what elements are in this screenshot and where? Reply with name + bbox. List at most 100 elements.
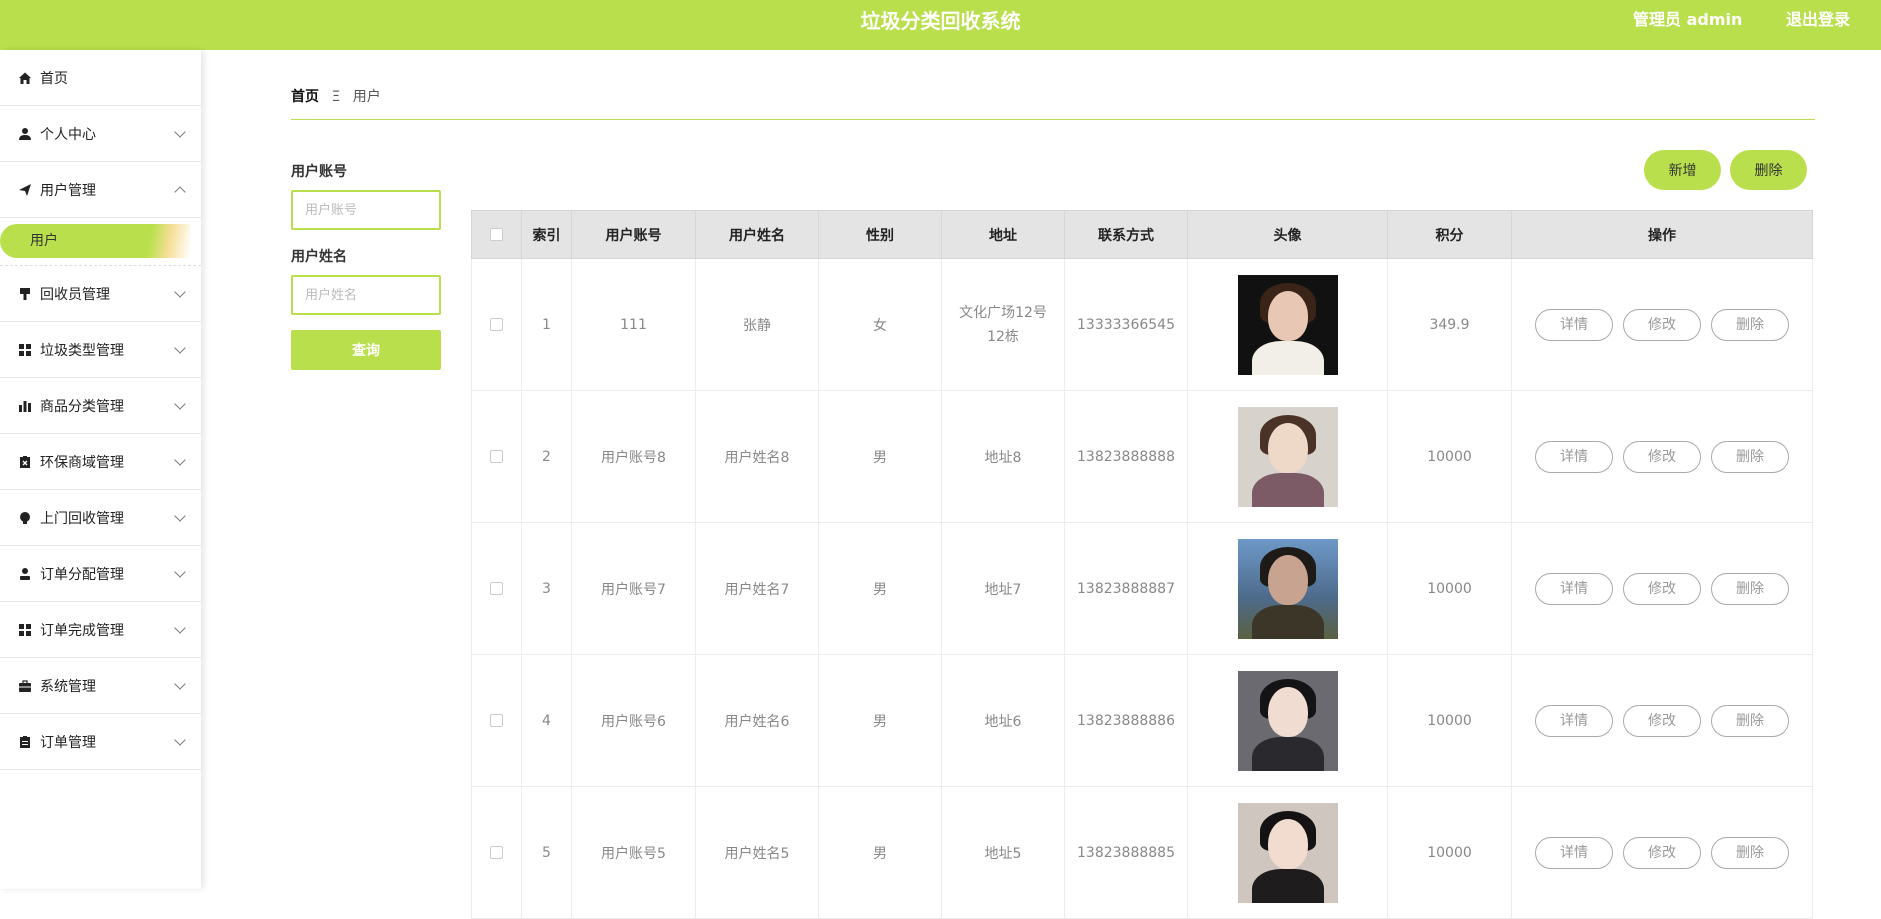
- table-row: 1 111 张静 女 文化广场12号12栋 13333366545 349.9 …: [471, 258, 1813, 391]
- avatar: [1237, 538, 1338, 639]
- detail-button[interactable]: 详情: [1535, 572, 1613, 605]
- sidebar-item-home[interactable]: 首页: [0, 50, 201, 106]
- detail-button[interactable]: 详情: [1535, 836, 1613, 869]
- sidebar-item-personal-center[interactable]: 个人中心: [0, 106, 201, 162]
- name-filter-label: 用户姓名: [291, 249, 347, 265]
- row-checkbox[interactable]: [490, 450, 503, 463]
- delete-button[interactable]: 删除: [1711, 836, 1789, 869]
- cell-phone: 13823888885: [1064, 786, 1188, 919]
- sidebar-item-product-category-management[interactable]: 商品分类管理: [0, 378, 201, 434]
- column-header: 头像: [1187, 210, 1388, 259]
- cell-phone: 13823888886: [1064, 654, 1188, 787]
- sidebar-item-order-management[interactable]: 订单管理: [0, 714, 201, 770]
- cell-gender: 男: [818, 522, 942, 655]
- delete-button[interactable]: 删除: [1711, 308, 1789, 341]
- sidebar-item-label: 垃圾类型管理: [40, 342, 124, 359]
- cell-phone: 13823888887: [1064, 522, 1188, 655]
- logout-link[interactable]: 退出登录: [1786, 0, 1850, 40]
- delete-button[interactable]: 删除: [1711, 704, 1789, 737]
- detail-button[interactable]: 详情: [1535, 308, 1613, 341]
- cell-account: 用户账号7: [571, 522, 696, 655]
- query-button[interactable]: 查询: [291, 330, 441, 370]
- sidebar-item-user-management[interactable]: 用户管理: [0, 162, 201, 218]
- breadcrumb-home[interactable]: 首页: [291, 89, 319, 105]
- avatar: [1237, 670, 1338, 771]
- chevron-down-icon: [174, 398, 186, 410]
- sidebar-item-door-to-door-recycling-management[interactable]: 上门回收管理: [0, 490, 201, 546]
- cell-gender: 男: [818, 390, 942, 523]
- select-all-cell: [471, 210, 522, 259]
- chevron-up-icon: [174, 186, 186, 198]
- user-management-submenu: 用户: [0, 218, 201, 266]
- chevron-down-icon: [174, 622, 186, 634]
- sidebar-item-label: 首页: [40, 70, 68, 87]
- cell-points: 10000: [1387, 786, 1512, 919]
- column-header: 索引: [521, 210, 572, 259]
- sidebar-item-order-assignment-management[interactable]: 订单分配管理: [0, 546, 201, 602]
- batch-delete-button[interactable]: 删除: [1730, 150, 1807, 190]
- cell-gender: 男: [818, 654, 942, 787]
- column-header: 地址: [941, 210, 1065, 259]
- sidebar-item-label: 订单管理: [40, 734, 96, 751]
- column-header: 联系方式: [1064, 210, 1188, 259]
- sidebar-item-eco-mall-management[interactable]: 环保商域管理: [0, 434, 201, 490]
- cell-gender: 女: [818, 258, 942, 391]
- table-row: 3 用户账号7 用户姓名7 男 地址7 13823888887 10000 详情…: [471, 522, 1813, 655]
- table-row: 4 用户账号6 用户姓名6 男 地址6 13823888886 10000 详情…: [471, 654, 1813, 787]
- chevron-down-icon: [174, 566, 186, 578]
- cell-account: 用户账号5: [571, 786, 696, 919]
- avatar: [1237, 274, 1338, 375]
- user-icon: [18, 127, 32, 141]
- cell-name: 用户姓名6: [695, 654, 819, 787]
- cell-index: 2: [521, 390, 572, 523]
- person-icon: [18, 567, 32, 581]
- grid-icon: [18, 623, 32, 637]
- avatar: [1237, 406, 1338, 507]
- breadcrumb-current: 用户: [352, 89, 381, 105]
- bar-chart-icon: [18, 399, 32, 413]
- delete-button[interactable]: 删除: [1711, 572, 1789, 605]
- detail-button[interactable]: 详情: [1535, 440, 1613, 473]
- row-checkbox[interactable]: [490, 846, 503, 859]
- row-checkbox[interactable]: [490, 714, 503, 727]
- cell-account: 111: [571, 258, 696, 391]
- cell-points: 10000: [1387, 522, 1512, 655]
- sidebar-item-label: 订单分配管理: [40, 566, 124, 583]
- add-button[interactable]: 新增: [1644, 150, 1721, 190]
- home-icon: [18, 71, 32, 85]
- sidebar-item-recycler-management[interactable]: 回收员管理: [0, 266, 201, 322]
- edit-button[interactable]: 修改: [1623, 308, 1701, 341]
- sidebar-subitem-user[interactable]: 用户: [0, 224, 190, 258]
- edit-button[interactable]: 修改: [1623, 704, 1701, 737]
- sidebar-item-label: 商品分类管理: [40, 398, 124, 415]
- name-filter-input[interactable]: [291, 275, 441, 315]
- detail-button[interactable]: 详情: [1535, 704, 1613, 737]
- cell-address: 地址5: [941, 786, 1065, 919]
- chevron-down-icon: [174, 454, 186, 466]
- sidebar-item-label: 回收员管理: [40, 286, 110, 303]
- delete-button[interactable]: 删除: [1711, 440, 1789, 473]
- cell-points: 349.9: [1387, 258, 1512, 391]
- account-filter-input[interactable]: [291, 190, 441, 230]
- cell-points: 10000: [1387, 390, 1512, 523]
- clipboard-x-icon: [18, 455, 32, 469]
- account-filter-label: 用户账号: [291, 164, 347, 180]
- edit-button[interactable]: 修改: [1623, 572, 1701, 605]
- top-header: 垃圾分类回收系统 管理员 admin 退出登录: [0, 0, 1881, 50]
- cell-phone: 13333366545: [1064, 258, 1188, 391]
- row-checkbox[interactable]: [490, 318, 503, 331]
- edit-button[interactable]: 修改: [1623, 440, 1701, 473]
- select-all-checkbox[interactable]: [490, 228, 503, 241]
- cell-index: 4: [521, 654, 572, 787]
- cell-index: 5: [521, 786, 572, 919]
- sidebar-item-order-completion-management[interactable]: 订单完成管理: [0, 602, 201, 658]
- row-checkbox[interactable]: [490, 582, 503, 595]
- send-icon: [18, 183, 32, 197]
- table-row: 2 用户账号8 用户姓名8 男 地址8 13823888888 10000 详情…: [471, 390, 1813, 523]
- cell-address: 文化广场12号12栋: [941, 258, 1065, 391]
- cell-name: 用户姓名7: [695, 522, 819, 655]
- sidebar-item-system-management[interactable]: 系统管理: [0, 658, 201, 714]
- sidebar-item-waste-type-management[interactable]: 垃圾类型管理: [0, 322, 201, 378]
- edit-button[interactable]: 修改: [1623, 836, 1701, 869]
- brush-icon: [18, 287, 32, 301]
